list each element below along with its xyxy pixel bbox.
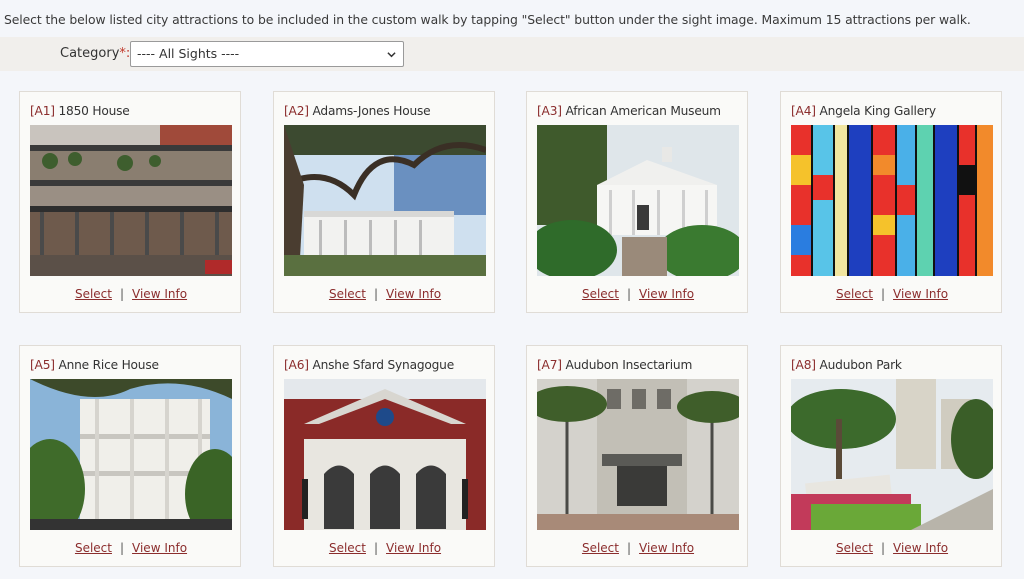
view-info-link[interactable]: View Info [386, 287, 441, 301]
card-actions: Select | View Info [835, 541, 949, 555]
attraction-card-a6: [A6] Anshe Sfard Synagogue Select | View I… [273, 345, 495, 567]
select-link[interactable]: Select [75, 287, 112, 301]
category-select-value: ---- All Sights ---- [137, 46, 240, 61]
view-info-link[interactable]: View Info [386, 541, 441, 555]
attraction-image [30, 125, 232, 276]
attraction-title: [A6] Anshe Sfard Synagogue [284, 358, 455, 372]
attraction-title: [A7] Audubon Insectarium [537, 358, 693, 372]
category-label: Category*: [60, 46, 131, 61]
view-info-link[interactable]: View Info [132, 287, 187, 301]
attraction-card-a2: [A2] Adams-Jones House Select | View Info [273, 91, 495, 313]
attraction-card-a7: [A7] Audubon Insectarium Select | View Inf… [526, 345, 748, 567]
attraction-card-a5: [A5] Anne Rice House Select | View Info [19, 345, 241, 567]
attraction-card-a8: [A8] Audubon Park Select | View Info [780, 345, 1002, 567]
card-actions: Select | View Info [328, 541, 442, 555]
view-info-link[interactable]: View Info [132, 541, 187, 555]
card-actions: Select | View Info [74, 287, 188, 301]
instructions-text: Select the below listed city attractions… [4, 12, 971, 27]
view-info-link[interactable]: View Info [639, 541, 694, 555]
view-info-link[interactable]: View Info [639, 287, 694, 301]
attraction-image [284, 125, 486, 276]
card-actions: Select | View Info [581, 287, 695, 301]
view-info-link[interactable]: View Info [893, 287, 948, 301]
attraction-card-a3: [A3] African American Museum Select | View… [526, 91, 748, 313]
select-link[interactable]: Select [75, 541, 112, 555]
attraction-image [791, 379, 993, 530]
category-select[interactable]: ---- All Sights ---- [130, 41, 404, 67]
attraction-image [791, 125, 993, 276]
attraction-image [537, 379, 739, 530]
select-link[interactable]: Select [582, 541, 619, 555]
chevron-down-icon [387, 52, 396, 58]
card-actions: Select | View Info [581, 541, 695, 555]
select-link[interactable]: Select [329, 541, 366, 555]
attraction-title: [A1] 1850 House [30, 104, 130, 118]
select-link[interactable]: Select [582, 287, 619, 301]
attraction-title: [A4] Angela King Gallery [791, 104, 936, 118]
card-actions: Select | View Info [328, 287, 442, 301]
required-mark: *: [119, 46, 131, 61]
attraction-title: [A2] Adams-Jones House [284, 104, 431, 118]
attraction-image [30, 379, 232, 530]
attraction-image [537, 125, 739, 276]
attraction-title: [A8] Audubon Park [791, 358, 902, 372]
select-link[interactable]: Select [329, 287, 366, 301]
attraction-card-a4: [A4] Angela King Gallery Select | View Inf… [780, 91, 1002, 313]
view-info-link[interactable]: View Info [893, 541, 948, 555]
select-link[interactable]: Select [836, 541, 873, 555]
attraction-title: [A3] African American Museum [537, 104, 721, 118]
card-actions: Select | View Info [835, 287, 949, 301]
attraction-card-a1: [A1] 1850 House Select | View Info [19, 91, 241, 313]
attraction-title: [A5] Anne Rice House [30, 358, 159, 372]
select-link[interactable]: Select [836, 287, 873, 301]
attraction-image [284, 379, 486, 530]
card-actions: Select | View Info [74, 541, 188, 555]
